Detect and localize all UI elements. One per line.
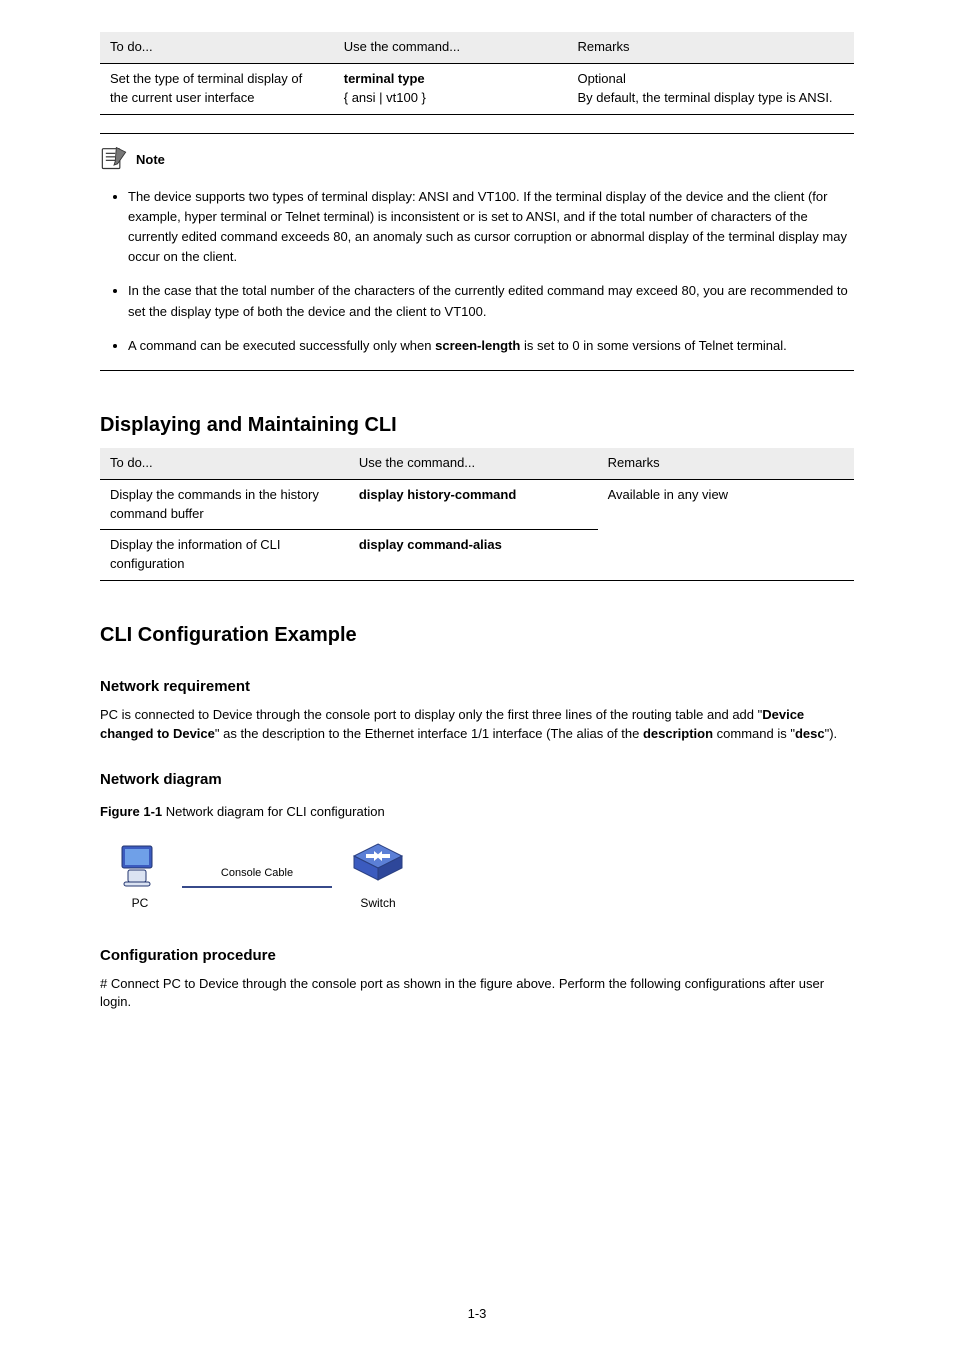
body-net-req: PC is connected to Device through the co… bbox=[100, 706, 854, 744]
table-header-row: To do... Use the command... Remarks bbox=[100, 32, 854, 63]
cell-todo: Display the information of CLI configura… bbox=[100, 530, 349, 581]
table-terminal-type: To do... Use the command... Remarks Set … bbox=[100, 32, 854, 115]
table-header-row: To do... Use the command... Remarks bbox=[100, 448, 854, 479]
switch-node: Switch bbox=[352, 842, 404, 913]
cell-todo: Set the type of terminal display of the … bbox=[100, 63, 334, 114]
cmd-bold: display command-alias bbox=[359, 537, 502, 552]
figure-label: Figure 1-1 bbox=[100, 804, 162, 819]
cell-todo: Display the commands in the history comm… bbox=[100, 479, 349, 530]
remark-l1: Optional bbox=[577, 70, 844, 89]
note-list: The device supports two types of termina… bbox=[100, 187, 854, 356]
switch-label: Switch bbox=[360, 895, 395, 912]
heading-display-cli: Displaying and Maintaining CLI bbox=[100, 411, 854, 440]
switch-icon bbox=[352, 842, 404, 893]
text: command is " bbox=[717, 726, 795, 741]
table-row: Display the commands in the history comm… bbox=[100, 479, 854, 530]
heading-cli-example: CLI Configuration Example bbox=[100, 621, 854, 650]
cable-line bbox=[182, 886, 332, 888]
cable-label: Console Cable bbox=[221, 866, 293, 882]
note-item: In the case that the total number of the… bbox=[128, 281, 854, 321]
table-row: Set the type of terminal display of the … bbox=[100, 63, 854, 114]
text-bold: desc bbox=[795, 726, 825, 741]
cmd-bold: display history-command bbox=[359, 487, 516, 502]
cmd-bold: terminal type bbox=[344, 71, 425, 86]
text-bold: description bbox=[643, 726, 717, 741]
cell-command: display command-alias bbox=[349, 530, 598, 581]
heading-cfg-proc: Configuration procedure bbox=[100, 945, 854, 967]
note-label: Note bbox=[136, 151, 165, 170]
th-command: Use the command... bbox=[349, 448, 598, 479]
note-item: The device supports two types of termina… bbox=[128, 187, 854, 268]
figure-caption: Figure 1-1 Network diagram for CLI confi… bbox=[100, 803, 854, 822]
th-remarks: Remarks bbox=[598, 448, 854, 479]
note-text: A command can be executed successfully o… bbox=[128, 338, 435, 353]
heading-net-req: Network requirement bbox=[100, 676, 854, 698]
th-todo: To do... bbox=[100, 32, 334, 63]
figure-diagram: PC Console Cable Switch bbox=[100, 836, 854, 919]
note-text: is set to 0 in some versions of Telnet t… bbox=[520, 338, 786, 353]
cmd-args: { ansi | vt100 } bbox=[344, 89, 558, 108]
table-display-cli: To do... Use the command... Remarks Disp… bbox=[100, 448, 854, 581]
note-icon bbox=[100, 144, 128, 177]
text: " as the description to the Ethernet int… bbox=[215, 726, 643, 741]
page-number: 1-3 bbox=[0, 1305, 954, 1324]
cell-command: terminal type { ansi | vt100 } bbox=[334, 63, 568, 114]
diagram: PC Console Cable Switch bbox=[100, 836, 854, 919]
th-remarks: Remarks bbox=[567, 32, 854, 63]
text: PC is connected to Device through the co… bbox=[100, 707, 762, 722]
cell-remarks: Available in any view bbox=[598, 479, 854, 580]
th-todo: To do... bbox=[100, 448, 349, 479]
note-header: Note bbox=[100, 144, 854, 177]
remark-l2: By default, the terminal display type is… bbox=[577, 89, 844, 108]
cell-command: display history-command bbox=[349, 479, 598, 530]
cell-remarks: Optional By default, the terminal displa… bbox=[567, 63, 854, 114]
body-cfg-proc: # Connect PC to Device through the conso… bbox=[100, 975, 854, 1013]
document-page: To do... Use the command... Remarks Set … bbox=[0, 0, 954, 1350]
th-command: Use the command... bbox=[334, 32, 568, 63]
pc-label: PC bbox=[132, 895, 149, 912]
note-bold: screen-length bbox=[435, 338, 520, 353]
divider bbox=[100, 370, 854, 371]
heading-net-diagram: Network diagram bbox=[100, 769, 854, 791]
pc-node: PC bbox=[118, 842, 162, 913]
note-item: A command can be executed successfully o… bbox=[128, 336, 854, 356]
pc-icon bbox=[118, 842, 162, 893]
cable: Console Cable bbox=[182, 866, 332, 888]
text: "). bbox=[825, 726, 838, 741]
divider bbox=[100, 133, 854, 134]
figure-text: Network diagram for CLI configuration bbox=[162, 804, 385, 819]
